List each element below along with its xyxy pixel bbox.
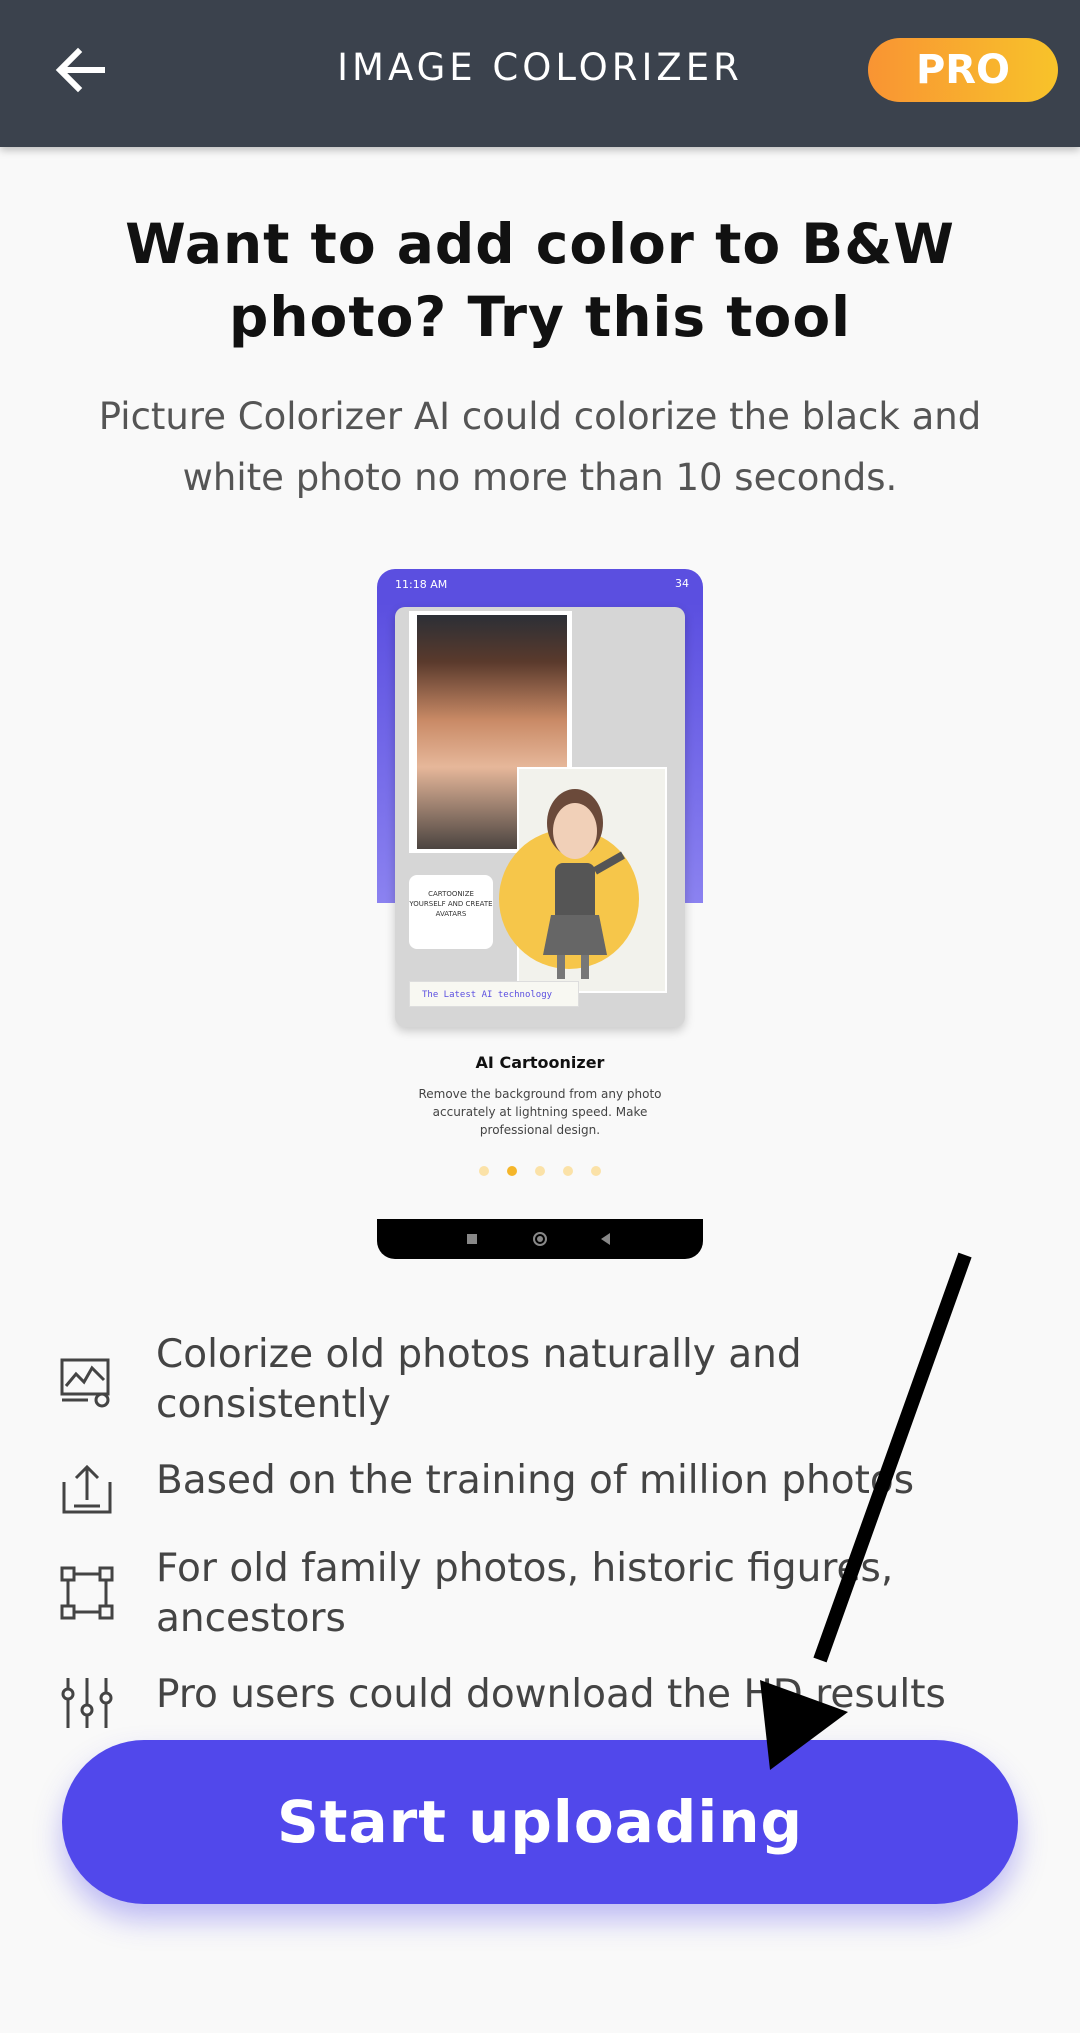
app-header: IMAGE COLORIZER PRO [0,0,1080,147]
preview-time: 11:18 AM [395,578,448,591]
sliders-icon [61,1678,113,1728]
home-icon [533,1232,547,1246]
feature-text: Based on the training of million photos [156,1458,915,1503]
back-triangle-icon [601,1233,610,1245]
preview-battery: 34 [675,577,689,590]
feature-text: Pro users could download the HD results [156,1672,946,1717]
preview-nav-bar [377,1219,703,1259]
preview-label-card: CARTOONIZE YOURSELF AND CREATE AVATARS [409,875,493,949]
pro-button[interactable]: PRO [868,38,1058,102]
recents-icon [467,1234,477,1244]
preview-pagination [377,1161,703,1180]
pagination-dot [535,1166,545,1176]
upload-icon [62,1464,112,1514]
feature-text: For old family photos, historic figures,… [156,1546,894,1641]
pagination-dot [479,1166,489,1176]
preview-status-bar: 11:18 AM 34 [377,569,703,605]
feature-text: Colorize old photos naturally and consis… [156,1332,802,1427]
cartoon-card [499,767,667,993]
cartoon-figure [543,789,625,979]
preview-tag: The Latest AI technology [409,981,579,1007]
pagination-dot [591,1166,601,1176]
pagination-dot-active [507,1166,517,1176]
app-preview-image: 11:18 AM 34 CARTOONIZE YOURSELF AND CREA… [377,569,703,1259]
start-uploading-button[interactable]: Start uploading [62,1740,1018,1904]
crop-frame-icon [60,1566,114,1620]
preview-feature-title: AI Cartoonizer [475,1053,605,1072]
headline: Want to add color to B&W photo? Try this… [125,212,955,349]
image-settings-icon [60,1358,110,1408]
subtext: Picture Colorizer AI could colorize the … [98,395,982,499]
pagination-dot [563,1166,573,1176]
preview-feature-description: Remove the background from any photo acc… [418,1087,662,1137]
